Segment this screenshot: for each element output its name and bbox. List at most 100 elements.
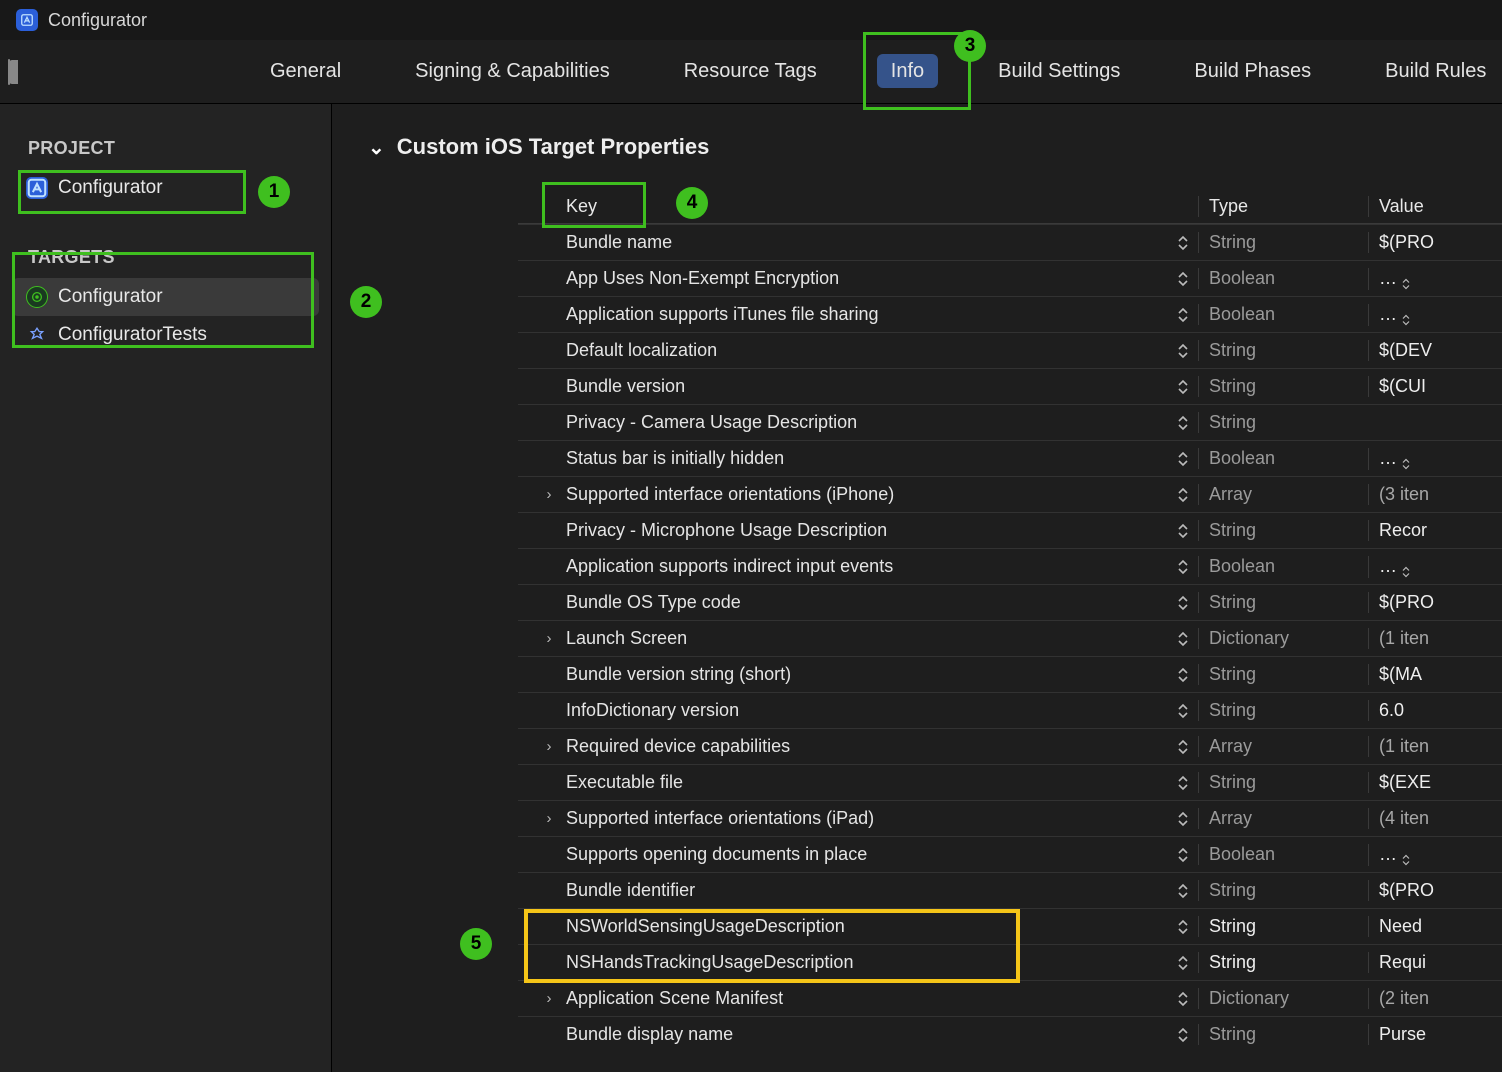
- plist-value[interactable]: …: [1368, 844, 1502, 866]
- stepper-icon[interactable]: [1174, 879, 1192, 903]
- plist-value[interactable]: $(EXE: [1368, 772, 1502, 793]
- disclosure-icon[interactable]: ›: [540, 738, 558, 755]
- stepper-icon[interactable]: [1174, 411, 1192, 435]
- plist-value[interactable]: Need: [1368, 916, 1502, 937]
- table-row[interactable]: Bundle identifierString$(PRO: [518, 872, 1502, 908]
- stepper-icon[interactable]: [1401, 566, 1415, 578]
- stepper-icon[interactable]: [1174, 231, 1192, 255]
- table-row[interactable]: Bundle versionString$(CUI: [518, 368, 1502, 404]
- stepper-icon[interactable]: [1401, 314, 1415, 326]
- plist-value[interactable]: (1 iten: [1368, 736, 1502, 757]
- stepper-icon[interactable]: [1174, 699, 1192, 723]
- table-row[interactable]: ›Application Scene ManifestDictionary(2 …: [518, 980, 1502, 1016]
- section-header[interactable]: ⌄ Custom iOS Target Properties: [368, 134, 1502, 160]
- plist-value[interactable]: $(MA: [1368, 664, 1502, 685]
- table-row[interactable]: ›Supported interface orientations (iPad)…: [518, 800, 1502, 836]
- panel-toggle-icon[interactable]: [8, 59, 10, 85]
- stepper-icon[interactable]: [1174, 375, 1192, 399]
- plist-value[interactable]: Recor: [1368, 520, 1502, 541]
- stepper-icon[interactable]: [1174, 735, 1192, 759]
- stepper-icon[interactable]: [1174, 807, 1192, 831]
- plist-value[interactable]: (1 iten: [1368, 628, 1502, 649]
- plist-value[interactable]: $(PRO: [1368, 232, 1502, 253]
- header-value: Value: [1379, 196, 1424, 216]
- stepper-icon[interactable]: [1174, 843, 1192, 867]
- tab-build-settings[interactable]: Build Settings: [984, 54, 1134, 89]
- stepper-icon[interactable]: [1174, 591, 1192, 615]
- plist-type: Dictionary: [1198, 628, 1368, 649]
- table-row[interactable]: Bundle nameString$(PRO: [518, 224, 1502, 260]
- stepper-icon[interactable]: [1174, 555, 1192, 579]
- callout-box-5: [524, 909, 1020, 983]
- stepper-icon[interactable]: [1401, 278, 1415, 290]
- plist-key: Bundle version string (short): [566, 664, 791, 685]
- stepper-icon[interactable]: [1401, 458, 1415, 470]
- plist-value[interactable]: …: [1368, 448, 1502, 470]
- table-row[interactable]: InfoDictionary versionString6.0: [518, 692, 1502, 728]
- plist-value[interactable]: (3 iten: [1368, 484, 1502, 505]
- stepper-icon[interactable]: [1174, 447, 1192, 471]
- table-row[interactable]: App Uses Non-Exempt EncryptionBoolean…: [518, 260, 1502, 296]
- plist-key: Application Scene Manifest: [566, 988, 783, 1009]
- tab-signing[interactable]: Signing & Capabilities: [401, 54, 624, 89]
- stepper-icon[interactable]: [1401, 854, 1415, 866]
- table-row[interactable]: Application supports iTunes file sharing…: [518, 296, 1502, 332]
- stepper-icon[interactable]: [1174, 519, 1192, 543]
- plist-type: Boolean: [1198, 268, 1368, 289]
- table-row[interactable]: Bundle OS Type codeString$(PRO: [518, 584, 1502, 620]
- stepper-icon[interactable]: [1174, 987, 1192, 1011]
- table-row[interactable]: Executable fileString$(EXE: [518, 764, 1502, 800]
- stepper-icon[interactable]: [1174, 339, 1192, 363]
- disclosure-icon[interactable]: ›: [540, 990, 558, 1007]
- tab-build-phases[interactable]: Build Phases: [1180, 54, 1325, 89]
- table-row[interactable]: Privacy - Camera Usage DescriptionString: [518, 404, 1502, 440]
- table-row[interactable]: ›Required device capabilitiesArray(1 ite…: [518, 728, 1502, 764]
- stepper-icon[interactable]: [1174, 663, 1192, 687]
- plist-key: Application supports indirect input even…: [566, 556, 893, 577]
- plist-type: String: [1198, 520, 1368, 541]
- plist-value[interactable]: 6.0: [1368, 700, 1502, 721]
- tab-general[interactable]: General: [256, 54, 355, 89]
- stepper-icon[interactable]: [1174, 267, 1192, 291]
- stepper-icon[interactable]: [1174, 771, 1192, 795]
- plist-value[interactable]: Purse: [1368, 1024, 1502, 1045]
- plist-value[interactable]: $(CUI: [1368, 376, 1502, 397]
- table-row[interactable]: Privacy - Microphone Usage DescriptionSt…: [518, 512, 1502, 548]
- plist-value[interactable]: …: [1368, 556, 1502, 578]
- disclosure-icon[interactable]: ›: [540, 630, 558, 647]
- disclosure-icon[interactable]: ›: [540, 810, 558, 827]
- callout-box-1: [18, 170, 246, 214]
- plist-value[interactable]: $(PRO: [1368, 592, 1502, 613]
- plist-value[interactable]: …: [1368, 304, 1502, 326]
- plist-value[interactable]: …: [1368, 268, 1502, 290]
- table-row[interactable]: Bundle version string (short)String$(MA: [518, 656, 1502, 692]
- table-row[interactable]: › Launch Screen Dictionary(1 iten: [518, 620, 1502, 656]
- table-row[interactable]: Supports opening documents in placeBoole…: [518, 836, 1502, 872]
- tab-build-rules[interactable]: Build Rules: [1371, 54, 1500, 89]
- plist-value[interactable]: (2 iten: [1368, 988, 1502, 1009]
- table-row[interactable]: Default localizationString$(DEV: [518, 332, 1502, 368]
- stepper-icon[interactable]: [1174, 303, 1192, 327]
- callout-5: 5: [460, 928, 492, 960]
- plist-key: Privacy - Camera Usage Description: [566, 412, 857, 433]
- plist-key: Executable file: [566, 772, 683, 793]
- plist-value[interactable]: Requi: [1368, 952, 1502, 973]
- plist-type: Boolean: [1198, 556, 1368, 577]
- plist-value[interactable]: $(DEV: [1368, 340, 1502, 361]
- table-row[interactable]: ›Supported interface orientations (iPhon…: [518, 476, 1502, 512]
- chevron-down-icon: ⌄: [368, 135, 385, 160]
- stepper-icon[interactable]: [1174, 951, 1192, 975]
- plist-value[interactable]: (4 iten: [1368, 808, 1502, 829]
- plist-type: String: [1198, 880, 1368, 901]
- disclosure-icon[interactable]: ›: [540, 486, 558, 503]
- table-row[interactable]: Application supports indirect input even…: [518, 548, 1502, 584]
- plist-value[interactable]: $(PRO: [1368, 880, 1502, 901]
- stepper-icon[interactable]: [1174, 483, 1192, 507]
- stepper-icon[interactable]: [1174, 627, 1192, 651]
- table-row[interactable]: Bundle display nameStringPurse: [518, 1016, 1502, 1052]
- stepper-icon[interactable]: [1174, 1023, 1192, 1047]
- stepper-icon[interactable]: [1174, 915, 1192, 939]
- table-row[interactable]: Status bar is initially hiddenBoolean…: [518, 440, 1502, 476]
- plist-key: Launch Screen: [566, 628, 687, 649]
- tab-resource-tags[interactable]: Resource Tags: [670, 54, 831, 89]
